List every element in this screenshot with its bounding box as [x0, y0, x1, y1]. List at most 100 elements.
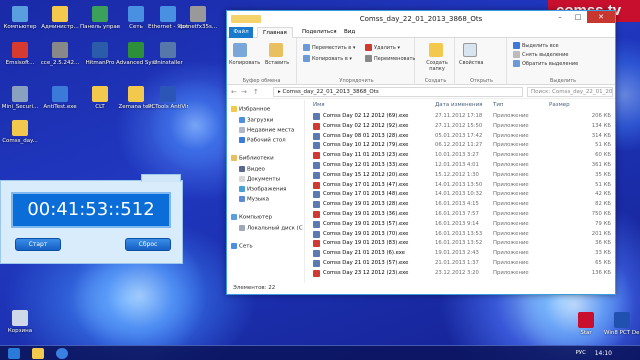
new-folder-button[interactable]: Создать папку — [421, 60, 453, 72]
app-icon — [578, 312, 594, 328]
address-path[interactable]: ▸ Comss_day_22_01_2013_3868_Ots — [273, 87, 523, 97]
nav-local-disk[interactable]: Локальный диск (C — [239, 225, 303, 232]
app-icon — [12, 6, 28, 22]
desktop-icon[interactable]: PCTools AntiVirus — [148, 86, 188, 111]
close-button[interactable]: ✕ — [587, 11, 615, 23]
desktop-icon[interactable]: HitmanPro — [80, 42, 120, 67]
select-none-button[interactable]: Снять выделение — [513, 51, 569, 58]
desktop-icon[interactable]: Win8 PCT Dek... — [604, 312, 640, 337]
nav-libraries[interactable]: Библиотеки — [231, 155, 274, 162]
desktop-icon[interactable]: Mini_Securi... — [0, 86, 40, 111]
clock[interactable]: 14:10 — [595, 350, 612, 357]
nav-images[interactable]: Изображения — [239, 186, 286, 193]
column-header-size[interactable]: Размер — [549, 100, 570, 111]
app-icon — [614, 312, 630, 328]
app-icon — [52, 42, 68, 58]
desktop-icon[interactable]: Администр... — [40, 6, 80, 31]
start-button[interactable]: Старт — [15, 238, 61, 251]
address-bar-row: ← → ↑ ▸ Comss_day_22_01_2013_3868_Ots По… — [227, 85, 615, 99]
tab-share[interactable]: Поделиться — [297, 27, 342, 38]
app-icon — [128, 86, 144, 102]
organize-group: Переместить в ▾ Копировать в ▾ Удалить ▾… — [299, 38, 415, 85]
search-input[interactable]: Поиск: Comss_day_22_01_2013... — [527, 87, 613, 97]
group-label: Открыть — [470, 78, 493, 84]
stopwatch-tab[interactable] — [141, 174, 181, 182]
copy-icon — [233, 43, 247, 57]
stopwatch-display: 00:41:53::512 — [11, 192, 171, 228]
desktop-icon[interactable]: Корзина — [0, 310, 40, 335]
invert-selection-button[interactable]: Обратить выделение — [513, 60, 578, 67]
app-icon — [160, 86, 176, 102]
exe-icon — [313, 113, 320, 120]
column-header-name[interactable]: Имя — [313, 100, 325, 111]
nav-downloads[interactable]: Загрузки — [239, 117, 273, 124]
app-icon — [160, 6, 176, 22]
open-group: Свойства Открыть — [457, 38, 507, 85]
desktop-icon[interactable]: AntiTest.exe — [40, 86, 80, 111]
paste-button[interactable]: Вставить — [265, 60, 289, 66]
desktop-icon[interactable]: Компьютер — [0, 6, 40, 31]
move-to-button[interactable]: Переместить в ▾ — [303, 44, 355, 51]
exe-icon — [313, 201, 320, 209]
app-icon — [92, 6, 108, 22]
language-indicator[interactable]: РУС — [575, 350, 586, 356]
up-icon[interactable]: ↑ — [253, 88, 259, 96]
title-bar[interactable]: Comss_day_22_01_2013_3868_Ots – □ ✕ — [227, 11, 615, 27]
nav-network[interactable]: Сеть — [231, 243, 253, 250]
desktop-icon[interactable]: Uninstaller — [148, 42, 188, 67]
desktop-icon[interactable]: CLT — [80, 86, 120, 111]
tab-home[interactable]: Главная — [257, 27, 293, 38]
properties-button[interactable]: Свойства — [459, 60, 483, 66]
desktop-icon[interactable]: Emsisoft... — [0, 42, 40, 67]
desktop-icon[interactable]: dotnetfx35s... — [178, 6, 218, 31]
app-icon — [128, 42, 144, 58]
navigation-pane: Избранное Загрузки Недавние места Рабочи… — [227, 100, 305, 283]
exe-icon — [313, 171, 320, 179]
copy-to-button[interactable]: Копировать в ▾ — [303, 55, 352, 62]
desktop-icon-label: Win8 PCT Dek... — [604, 330, 640, 336]
copy-button[interactable]: Копировать — [229, 60, 260, 66]
desktop-icon[interactable]: Star — [568, 312, 604, 337]
app-icon — [190, 6, 206, 22]
column-header-date[interactable]: Дата изменения — [435, 100, 482, 111]
column-header-type[interactable]: Тип — [493, 100, 504, 111]
exe-icon — [313, 132, 320, 140]
explorer-taskbar-icon[interactable] — [32, 348, 44, 359]
select-all-button[interactable]: Выделить все — [513, 42, 559, 49]
app-icon — [12, 310, 28, 326]
nav-recent[interactable]: Недавние места — [239, 127, 294, 134]
delete-button[interactable]: Удалить ▾ — [365, 44, 400, 51]
ie-taskbar-icon[interactable] — [56, 348, 68, 359]
clipboard-group: Копировать Вставить Буфер обмена — [227, 38, 297, 85]
start-icon[interactable] — [8, 348, 20, 359]
tab-file[interactable]: Файл — [229, 27, 253, 38]
nav-desktop[interactable]: Рабочий стол — [239, 137, 286, 144]
desktop-icon[interactable]: Comss_day... — [0, 120, 40, 145]
rename-button[interactable]: Переименовать — [365, 55, 415, 62]
file-list: Имя Дата изменения Тип Размер Comss Day … — [307, 100, 615, 283]
nav-documents[interactable]: Документы — [239, 176, 280, 183]
app-icon — [52, 6, 68, 22]
tab-view[interactable]: Вид — [339, 27, 360, 38]
nav-computer[interactable]: Компьютер — [231, 214, 272, 221]
maximize-button[interactable]: □ — [569, 11, 587, 23]
minimize-button[interactable]: – — [551, 11, 569, 23]
exe-icon — [313, 152, 320, 160]
exe-icon — [313, 220, 320, 228]
desktop-icon-label: AntiTest.exe — [43, 104, 77, 110]
reset-button[interactable]: Сброс — [125, 238, 171, 251]
desktop-icon[interactable]: Панель управления — [80, 6, 120, 31]
nav-video[interactable]: Видео — [239, 166, 265, 173]
forward-icon[interactable]: → — [241, 88, 247, 96]
status-bar: Элементов: 22 — [233, 285, 276, 291]
file-row[interactable]: Comss Day 23 12 2012 (23).exe 23.12.2012 … — [307, 268, 615, 279]
nav-music[interactable]: Музыка — [239, 196, 269, 203]
desktop-icon-label: Emsisoft... — [5, 60, 35, 66]
desktop-icon-label: Mini_Securi... — [1, 104, 39, 110]
back-icon[interactable]: ← — [231, 88, 237, 96]
exe-icon — [313, 162, 320, 169]
nav-favorites[interactable]: Избранное — [231, 106, 270, 113]
desktop-icon[interactable]: cce_2.5.242... — [40, 42, 80, 67]
group-label: Выделить — [549, 78, 577, 84]
app-icon — [52, 86, 68, 102]
